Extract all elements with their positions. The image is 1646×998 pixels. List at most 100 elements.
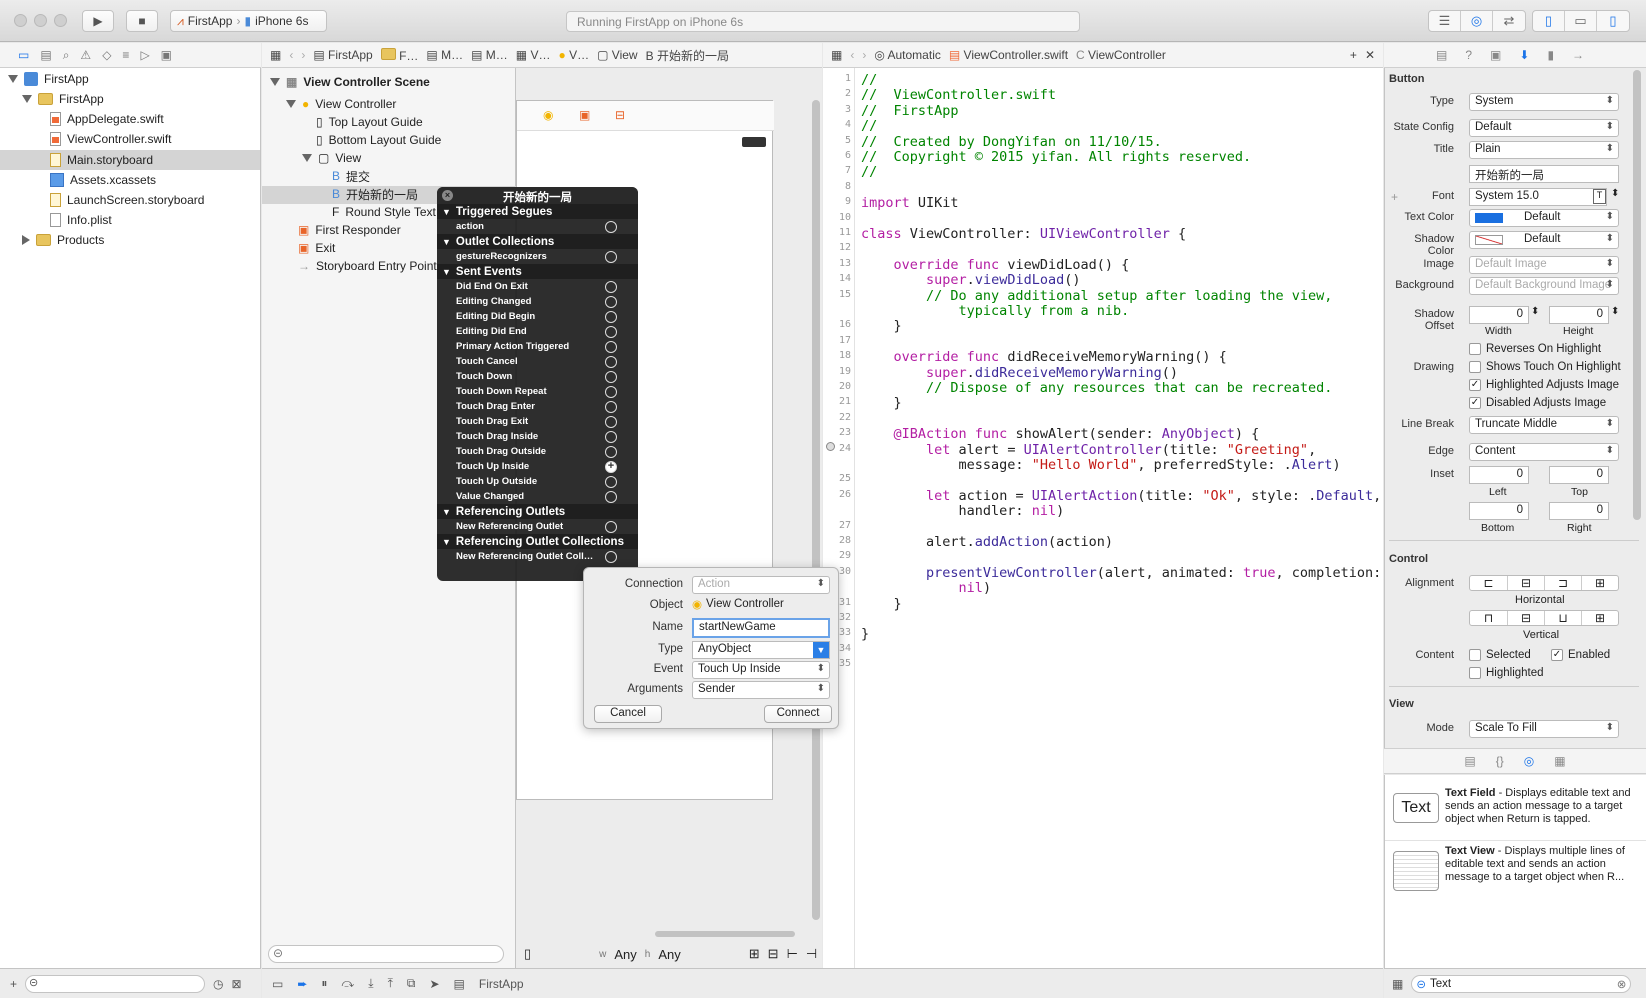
add-variation-icon[interactable]: +: [1391, 190, 1398, 204]
nav-item-project[interactable]: FirstApp: [8, 69, 89, 89]
report-navigator-icon[interactable]: ▣: [161, 48, 172, 62]
hide-debug-icon[interactable]: ▭: [272, 977, 283, 991]
title-text-field[interactable]: 开始新的一局: [1469, 165, 1619, 183]
shadow-color-select[interactable]: Default: [1469, 231, 1619, 249]
connection-select[interactable]: Action: [692, 576, 830, 594]
version-editor-icon[interactable]: ⇄: [1493, 11, 1525, 31]
test-navigator-icon[interactable]: ◇: [102, 48, 111, 62]
grid-view-icon[interactable]: ▦: [1392, 977, 1403, 991]
quick-help-icon[interactable]: ?: [1465, 48, 1472, 62]
state-config-select[interactable]: Default: [1469, 119, 1619, 137]
highlighted-adjusts-checkbox[interactable]: ✓ Highlighted Adjusts Image: [1469, 379, 1619, 391]
outline-new-game-button[interactable]: B 开始新的一局: [332, 184, 418, 204]
identity-inspector-icon[interactable]: ▣: [1490, 48, 1501, 62]
highlighted-checkbox[interactable]: Highlighted: [1469, 667, 1544, 679]
step-into-icon[interactable]: ⤓: [368, 976, 373, 991]
nav-item-launchscreen[interactable]: LaunchScreen.storyboard: [50, 190, 204, 210]
outline-submit-button[interactable]: B 提交: [332, 166, 370, 186]
align-bottom-icon[interactable]: ⊔: [1544, 611, 1581, 625]
line-break-select[interactable]: Truncate Middle: [1469, 416, 1619, 434]
outline-textfield[interactable]: F Round Style Text: [332, 202, 436, 222]
title-style-select[interactable]: Plain: [1469, 141, 1619, 159]
scheme-selector[interactable]: ⩘ FirstApp › ▮ iPhone 6s: [170, 10, 327, 32]
outline-toggle-icon[interactable]: ▯: [524, 946, 531, 962]
edge-select[interactable]: Content: [1469, 443, 1619, 461]
selected-checkbox[interactable]: Selected: [1469, 649, 1531, 661]
connections-section-header[interactable]: Triggered Segues: [437, 204, 638, 219]
connection-row[interactable]: Touch Up Outside: [437, 474, 638, 489]
connection-row[interactable]: Touch Drag Enter: [437, 399, 638, 414]
disclosure-open-icon[interactable]: [286, 100, 296, 108]
font-picker-icon[interactable]: T: [1593, 189, 1606, 204]
connection-row[interactable]: Editing Did End: [437, 324, 638, 339]
library-item-textfield[interactable]: Text Text Field - Displays editable text…: [1385, 785, 1646, 841]
file-template-icon[interactable]: ▤: [1464, 754, 1475, 768]
inspector-scrollbar[interactable]: [1633, 70, 1641, 520]
source-control-icon[interactable]: ⊠: [232, 977, 242, 991]
shows-touch-checkbox[interactable]: Shows Touch On Highlight: [1469, 361, 1621, 373]
add-icon[interactable]: +: [10, 977, 17, 991]
outline-first-responder[interactable]: ▣ First Responder: [298, 220, 401, 240]
nav-item-main-storyboard[interactable]: Main.storyboard: [50, 150, 153, 170]
standard-editor-icon[interactable]: ☰: [1429, 11, 1461, 31]
library-item-textview[interactable]: Text View - Displays multiple lines of e…: [1385, 843, 1646, 899]
type-combo[interactable]: AnyObject ▼: [692, 641, 830, 659]
crumb-scene[interactable]: ▦ V…: [516, 48, 551, 62]
connection-row[interactable]: Touch Drag Outside: [437, 444, 638, 459]
align-middle-icon[interactable]: ⊟: [1507, 611, 1544, 625]
library-filter-input[interactable]: ⊝ Text ⊗: [1411, 974, 1632, 993]
back-arrow-icon[interactable]: ‹: [289, 48, 293, 62]
outline-view[interactable]: ▢ View: [302, 148, 361, 168]
connection-row[interactable]: Touch Cancel: [437, 354, 638, 369]
outline-exit[interactable]: ▣ Exit: [298, 238, 335, 258]
related-items-icon[interactable]: ▦: [831, 48, 842, 62]
assistant-editor-icon[interactable]: ◎: [1461, 11, 1493, 31]
shadow-height-field[interactable]: 0: [1549, 306, 1609, 324]
nav-item-appdelegate[interactable]: AppDelegate.swift: [50, 109, 164, 129]
align-vfill-icon[interactable]: ⊞: [1581, 611, 1618, 625]
connection-row[interactable]: New Referencing Outlet: [437, 519, 638, 534]
nav-item-viewcontroller[interactable]: ViewController.swift: [50, 129, 171, 149]
chevron-down-icon[interactable]: ▼: [813, 642, 829, 658]
cancel-button[interactable]: Cancel: [594, 705, 662, 723]
file-inspector-icon[interactable]: ▤: [1436, 48, 1447, 62]
crumb-main-base[interactable]: ▤ M…: [471, 48, 508, 62]
outline-bottom-layout-guide[interactable]: ▯ Bottom Layout Guide: [316, 130, 441, 150]
debug-navigator-icon[interactable]: ≡: [122, 48, 129, 62]
nav-item-products[interactable]: Products: [22, 230, 104, 250]
inset-bottom-field[interactable]: 0: [1469, 502, 1529, 520]
project-navigator-icon[interactable]: ▭: [18, 48, 29, 62]
inset-top-field[interactable]: 0: [1549, 466, 1609, 484]
outline-top-layout-guide[interactable]: ▯ Top Layout Guide: [316, 112, 423, 132]
back-arrow-icon[interactable]: ‹: [850, 48, 854, 62]
event-select[interactable]: Touch Up Inside: [692, 661, 830, 679]
media-library-icon[interactable]: ▦: [1554, 754, 1565, 768]
vertical-alignment-control[interactable]: ⊓ ⊟ ⊔ ⊞: [1469, 610, 1619, 626]
assistant-mode-crumb[interactable]: ◎ Automatic: [874, 48, 941, 62]
close-icon[interactable]: ×: [442, 190, 453, 201]
step-over-icon[interactable]: ⤼: [341, 976, 354, 991]
disclosure-open-icon[interactable]: [302, 154, 312, 162]
reverses-checkbox[interactable]: Reverses On Highlight: [1469, 343, 1601, 355]
connections-section-header[interactable]: Sent Events: [437, 264, 638, 279]
view-controller-icon[interactable]: ◉: [543, 108, 553, 122]
canvas-scrollbar[interactable]: [812, 100, 820, 920]
size-class-width[interactable]: Any: [614, 947, 636, 962]
step-out-icon[interactable]: ⤒: [388, 976, 393, 991]
close-editor-icon[interactable]: ✕: [1365, 48, 1383, 62]
disclosure-open-icon[interactable]: [270, 78, 280, 86]
enabled-checkbox[interactable]: ✓ Enabled: [1551, 649, 1610, 661]
zoom-window-button[interactable]: [54, 14, 67, 27]
breakpoint-navigator-icon[interactable]: ▷: [140, 48, 149, 62]
connection-row[interactable]: Value Changed: [437, 489, 638, 504]
issue-navigator-icon[interactable]: ⚠: [80, 48, 91, 62]
connection-row[interactable]: Touch Down Repeat: [437, 384, 638, 399]
align-top-icon[interactable]: ⊓: [1470, 611, 1507, 625]
align-right-icon[interactable]: ⊐: [1544, 576, 1581, 590]
editor-scroll[interactable]: [1372, 68, 1380, 918]
font-stepper[interactable]: ⬍: [1611, 188, 1619, 199]
file-crumb[interactable]: ▤ ViewController.swift: [949, 48, 1068, 62]
minimize-window-button[interactable]: [34, 14, 47, 27]
disclosure-open-icon[interactable]: [22, 95, 32, 103]
location-icon[interactable]: ➤: [429, 977, 439, 991]
